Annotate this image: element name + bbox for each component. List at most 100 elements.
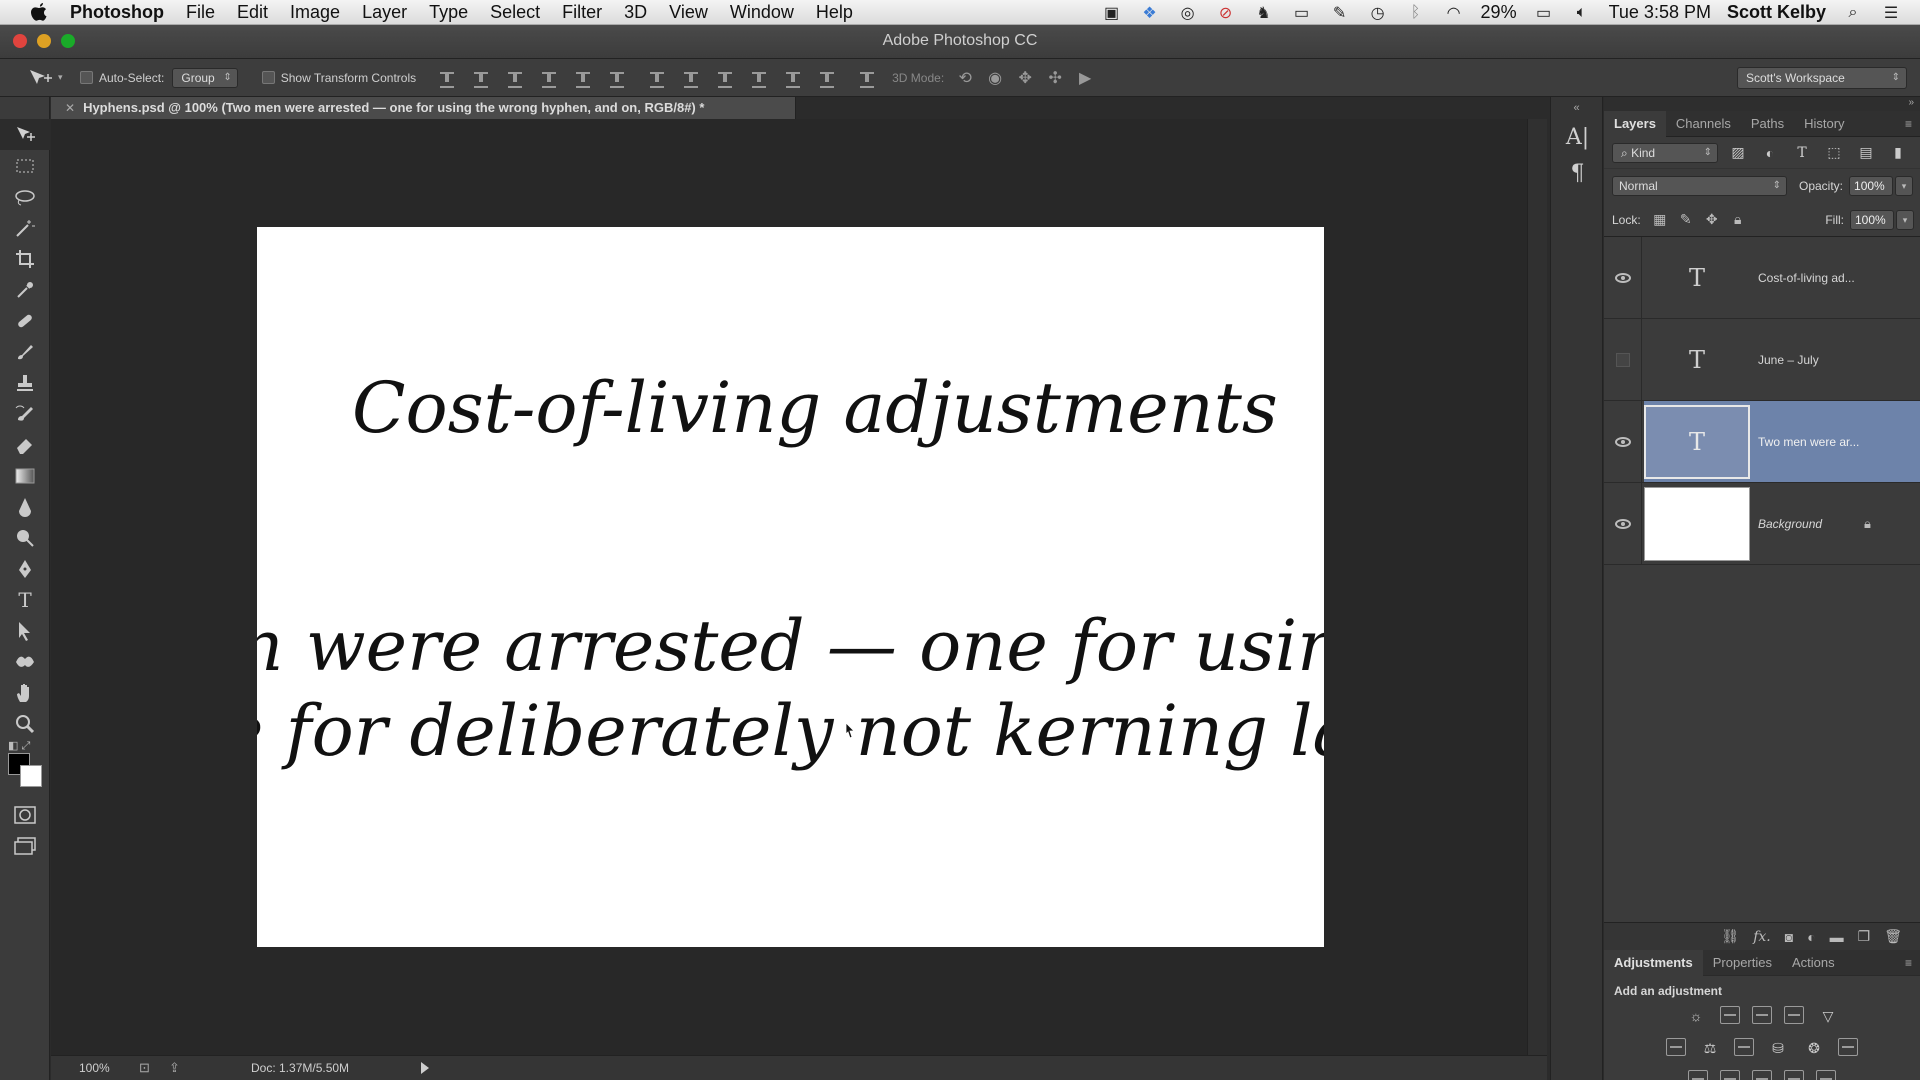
paragraph-panel-icon[interactable]: ¶	[1551, 155, 1604, 191]
share-icon[interactable]: ⇪	[169, 1060, 193, 1076]
fill-input[interactable]: 100%	[1850, 209, 1894, 230]
apple-icon[interactable]	[26, 1, 52, 23]
black-white-icon[interactable]	[1734, 1038, 1754, 1056]
lock-transparent-icon[interactable]: ▦	[1647, 211, 1673, 228]
tab-adjustments[interactable]: Adjustments	[1604, 949, 1703, 976]
workspace-switcher[interactable]: Scott's Workspace	[1737, 67, 1907, 89]
lock-all-icon[interactable]: 🔒︎	[1725, 211, 1751, 228]
pen-icon[interactable]: ✎	[1329, 4, 1351, 22]
menu-type[interactable]: Type	[429, 2, 468, 23]
eraser-tool-icon[interactable]	[0, 429, 50, 460]
tab-channels[interactable]: Channels	[1666, 111, 1741, 137]
3d-rotate-icon[interactable]: ⟲	[954, 69, 976, 87]
curves-icon[interactable]	[1752, 1006, 1772, 1024]
document-canvas[interactable]: Cost-of-living adjustments en were arres…	[257, 227, 1324, 947]
color-balance-icon[interactable]: ⚖	[1698, 1038, 1722, 1058]
fx-icon[interactable]: fx.	[1753, 929, 1771, 945]
eyedropper-tool-icon[interactable]	[0, 274, 50, 305]
vertical-scrollbar[interactable]	[1527, 119, 1547, 1055]
align-vcenter-icon[interactable]	[470, 69, 492, 88]
marquee-tool-icon[interactable]	[0, 150, 50, 181]
lasso-tool-icon[interactable]	[0, 181, 50, 212]
transform-controls-checkbox[interactable]	[261, 71, 275, 84]
layer-name[interactable]: Two men were ar...	[1758, 435, 1888, 449]
menu-view[interactable]: View	[669, 2, 708, 23]
sync-icon[interactable]: ◎	[1177, 4, 1199, 22]
default-colors-icon[interactable]: ◧ ⤢	[8, 739, 30, 753]
dodge-tool-icon[interactable]	[0, 522, 50, 553]
quick-mask-icon[interactable]	[0, 799, 50, 830]
posterize-icon[interactable]	[1720, 1070, 1740, 1080]
menu-3d[interactable]: 3D	[624, 2, 647, 23]
3d-roll-icon[interactable]: ◉	[984, 69, 1006, 87]
layer-name[interactable]: Background	[1758, 517, 1858, 531]
clone-stamp-tool-icon[interactable]	[0, 367, 50, 398]
3d-slide-icon[interactable]: ✣	[1044, 69, 1066, 87]
screen-mode-icon[interactable]	[0, 830, 50, 861]
align-right-icon[interactable]	[606, 69, 628, 88]
hue-saturation-icon[interactable]	[1666, 1038, 1686, 1056]
document-tab[interactable]: ✕ Hyphens.psd @ 100% (Two men were arrest…	[51, 97, 796, 119]
tool-preset-picker[interactable]: ▾	[28, 69, 66, 87]
opacity-input[interactable]: 100%	[1849, 176, 1894, 196]
auto-select-checkbox[interactable]	[80, 71, 93, 84]
3d-scale-icon[interactable]: ▶	[1074, 69, 1096, 87]
filter-smart-object-icon[interactable]: ▤	[1854, 143, 1878, 163]
tab-layers[interactable]: Layers	[1604, 110, 1666, 137]
character-panel-icon[interactable]: A|	[1551, 119, 1604, 155]
align-left-icon[interactable]	[538, 69, 560, 88]
tools-panel-grip[interactable]	[0, 97, 49, 119]
path-selection-tool-icon[interactable]	[0, 615, 50, 646]
gradient-map-icon[interactable]	[1816, 1070, 1836, 1080]
proof-icon[interactable]: ⊡	[139, 1060, 163, 1076]
align-top-icon[interactable]	[436, 69, 458, 88]
auto-align-icon[interactable]	[856, 69, 878, 88]
clock[interactable]: Tue 3:58 PM	[1609, 2, 1711, 23]
add-mask-icon[interactable]: ◙	[1785, 929, 1793, 945]
bluetooth-icon[interactable]: ᛒ	[1405, 4, 1427, 22]
list-icon[interactable]: ☰	[1880, 4, 1902, 22]
canvas-text-heading[interactable]: Cost-of-living adjustments	[352, 367, 1278, 449]
distribute-right-icon[interactable]	[816, 69, 838, 88]
blend-mode-dropdown[interactable]: Normal	[1612, 176, 1787, 196]
link-layers-icon[interactable]: ⛓	[1721, 928, 1739, 945]
exposure-icon[interactable]	[1784, 1006, 1804, 1024]
vibrance-icon[interactable]: ▽	[1816, 1006, 1840, 1026]
channel-mixer-icon[interactable]: ❂	[1802, 1038, 1826, 1058]
custom-shape-tool-icon[interactable]	[0, 646, 50, 677]
color-lookup-icon[interactable]	[1838, 1038, 1858, 1056]
panel-menu-icon[interactable]: ≡	[1905, 117, 1912, 131]
layer-row-selected[interactable]: T Two men were ar...	[1604, 400, 1920, 483]
user-name[interactable]: Scott Kelby	[1727, 2, 1826, 23]
photo-filter-icon[interactable]: ⛁	[1766, 1038, 1790, 1058]
layer-name[interactable]: June – July	[1758, 353, 1888, 367]
magic-wand-tool-icon[interactable]	[0, 212, 50, 243]
menu-help[interactable]: Help	[816, 2, 853, 23]
trash-icon[interactable]: 🗑︎	[1884, 928, 1902, 945]
distribute-left-icon[interactable]	[748, 69, 770, 88]
opacity-slider-icon[interactable]: ▾	[1895, 176, 1914, 196]
tab-properties[interactable]: Properties	[1703, 950, 1782, 976]
lock-pixels-icon[interactable]: ✎	[1673, 211, 1699, 228]
filter-kind-dropdown[interactable]: ⌕ Kind	[1612, 142, 1718, 163]
tab-history[interactable]: History	[1794, 111, 1854, 137]
filter-toggle-icon[interactable]: ▮	[1886, 143, 1910, 163]
layer-row[interactable]: T Cost-of-living ad...	[1604, 236, 1920, 319]
close-tab-icon[interactable]: ✕	[65, 101, 75, 115]
status-menu-arrow-icon[interactable]	[421, 1062, 429, 1074]
fill-slider-icon[interactable]: ▾	[1896, 209, 1914, 230]
menu-file[interactable]: File	[186, 2, 215, 23]
menu-window[interactable]: Window	[730, 2, 794, 23]
visibility-toggle[interactable]	[1604, 318, 1642, 401]
time-machine-icon[interactable]: ◷	[1367, 4, 1389, 22]
new-group-icon[interactable]: ▬	[1830, 929, 1844, 945]
expand-arrows-icon[interactable]: »	[1604, 97, 1920, 111]
invert-icon[interactable]	[1688, 1070, 1708, 1080]
collapse-arrows-icon[interactable]: «	[1551, 97, 1602, 119]
menu-layer[interactable]: Layer	[362, 2, 407, 23]
app-menu[interactable]: Photoshop	[70, 2, 164, 23]
history-brush-tool-icon[interactable]	[0, 398, 50, 429]
hand-tool-icon[interactable]	[0, 677, 50, 708]
new-layer-icon[interactable]: ❐	[1858, 928, 1871, 945]
stop-icon[interactable]: ⊘	[1215, 4, 1237, 22]
